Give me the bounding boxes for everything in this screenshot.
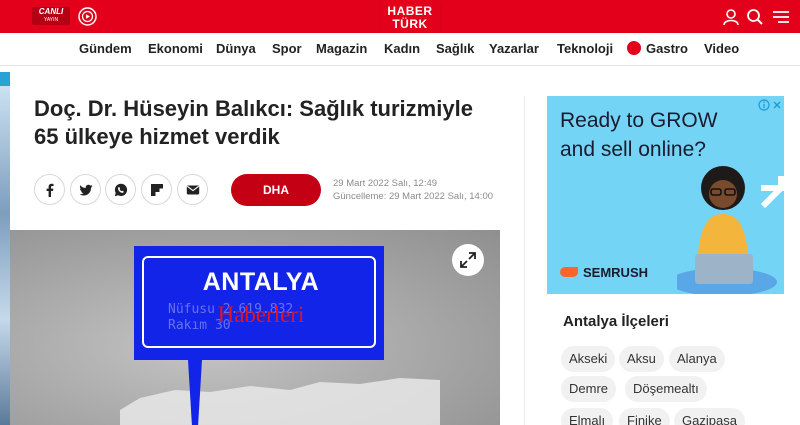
nav-item-saglik[interactable]: Sağlık — [436, 41, 474, 56]
ad-info-icon[interactable] — [758, 98, 770, 111]
ad-person-illustration — [677, 166, 784, 294]
antalya-sign: ANTALYA Nüfusu 2.619.832 Rakım 30 Haberl… — [134, 246, 384, 360]
menu-icon[interactable] — [772, 8, 790, 26]
sidebar-divider — [524, 96, 525, 425]
nav-item-teknoloji[interactable]: Teknoloji — [557, 41, 613, 56]
whatsapp-icon — [114, 183, 128, 197]
left-skyscraper-ad[interactable] — [0, 72, 10, 425]
haberturk-logo[interactable]: HABER TÜRK — [380, 0, 440, 36]
gastro-icon — [627, 41, 641, 55]
district-chip[interactable]: Aksu — [619, 346, 664, 372]
published-date: 29 Mart 2022 Salı, 12:49 — [333, 178, 438, 189]
expand-icon — [460, 252, 476, 268]
nav-item-gastro[interactable]: Gastro — [627, 41, 688, 56]
districts-title: Antalya İlçeleri — [563, 313, 669, 330]
district-chip[interactable]: Finike — [619, 408, 670, 425]
article-title: Doç. Dr. Hüseyin Balıkcı: Sağlık turizmi… — [34, 96, 473, 149]
search-icon[interactable] — [746, 8, 764, 26]
share-flipboard-button[interactable] — [141, 174, 172, 205]
nav-item-ekonomi[interactable]: Ekonomi — [148, 41, 203, 56]
nav-item-yazarlar[interactable]: Yazarlar — [489, 41, 539, 56]
main-navigation: Gündem Ekonomi Dünya Spor Magazin Kadın … — [0, 33, 800, 66]
district-chip[interactable]: Alanya — [669, 346, 725, 372]
ad-brand-logo: SEMRUSH — [560, 265, 648, 280]
tv-icon[interactable] — [78, 7, 97, 26]
facebook-icon — [46, 183, 54, 197]
nav-item-spor[interactable]: Spor — [272, 41, 302, 56]
nav-item-kadin[interactable]: Kadın — [384, 41, 420, 56]
share-twitter-button[interactable] — [70, 174, 101, 205]
nav-item-gundem[interactable]: Gündem — [79, 41, 132, 56]
live-label: CANLI — [38, 7, 64, 16]
nav-item-video[interactable]: Video — [704, 41, 739, 56]
live-broadcast-badge[interactable]: CANLI YAYIN — [32, 7, 70, 25]
image-overlay-text: Haberleri — [217, 302, 305, 327]
ad-headline: Ready to GROW and sell online? — [560, 106, 770, 164]
district-chip[interactable]: Akseki — [561, 346, 616, 372]
district-chip[interactable]: Döşemealtı — [625, 376, 707, 402]
flipboard-icon — [151, 184, 163, 196]
ad-close-icon[interactable] — [771, 98, 783, 110]
sign-title: ANTALYA — [202, 268, 320, 296]
ad-headline-line1: Ready to GROW — [560, 109, 718, 132]
nav-item-dunya[interactable]: Dünya — [216, 41, 256, 56]
expand-image-button[interactable] — [452, 244, 484, 276]
user-icon[interactable] — [722, 8, 740, 26]
nav-gastro-label: Gastro — [646, 41, 688, 56]
share-mail-button[interactable] — [177, 174, 208, 205]
twitter-icon — [79, 184, 93, 196]
ad-brand-name: SEMRUSH — [583, 265, 649, 280]
share-facebook-button[interactable] — [34, 174, 65, 205]
district-chip[interactable]: Elmalı — [561, 408, 614, 425]
broadcast-label: YAYIN — [43, 17, 59, 23]
logo-line2: TÜRK — [392, 17, 428, 31]
semrush-advertisement[interactable]: Ready to GROW and sell online? SEMRUSH — [547, 96, 784, 294]
district-chip[interactable]: Gazipaşa — [674, 408, 745, 425]
source-button[interactable]: DHA — [231, 174, 321, 206]
turkey-map-silhouette — [120, 378, 440, 425]
article-image: ANTALYA Nüfusu 2.619.832 Rakım 30 Haberl… — [10, 230, 500, 425]
nav-item-magazin[interactable]: Magazin — [316, 41, 367, 56]
semrush-flame-icon — [560, 267, 578, 277]
share-whatsapp-button[interactable] — [105, 174, 136, 205]
district-chip[interactable]: Demre — [561, 376, 617, 402]
updated-date: Güncelleme: 29 Mart 2022 Salı, 14:00 — [333, 191, 494, 202]
mail-icon — [186, 185, 200, 195]
